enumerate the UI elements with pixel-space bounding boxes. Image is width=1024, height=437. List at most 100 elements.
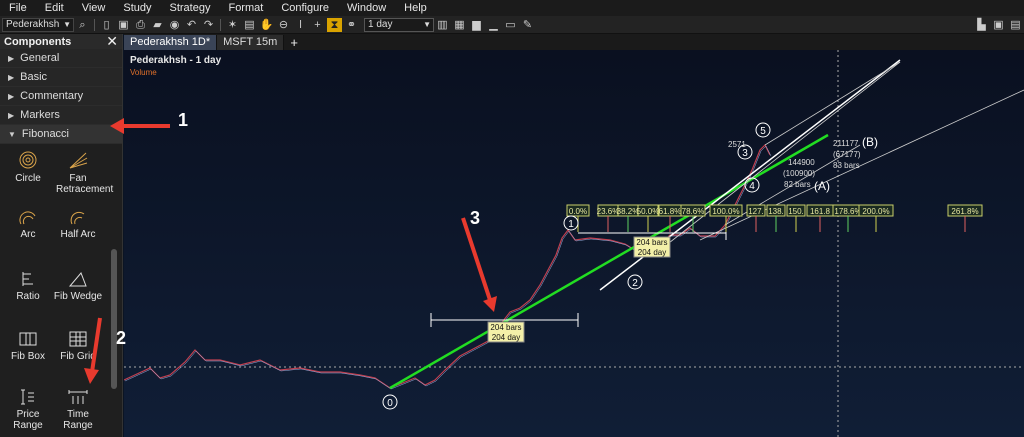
tool-label: Half Arc: [60, 229, 96, 240]
undo-icon[interactable]: ↶: [184, 18, 199, 32]
half-arc-icon: [70, 211, 85, 225]
menu-configure[interactable]: Configure: [272, 0, 338, 16]
open-folder-icon[interactable]: ▰: [150, 18, 165, 32]
data-window-icon[interactable]: ▤: [242, 18, 257, 32]
menu-help[interactable]: Help: [395, 0, 436, 16]
chart-drawing[interactable]: 204 bars204 day204 bars204 day0.0% 23.6%3…: [124, 50, 1024, 437]
wave-label: 0: [387, 398, 393, 409]
menu-study[interactable]: Study: [114, 0, 160, 16]
pan-hand-icon[interactable]: ✋: [259, 18, 274, 32]
wave-label: 3: [742, 148, 748, 159]
tool-ratio[interactable]: Ratio: [2, 270, 54, 302]
tool-label: Fib Box: [11, 351, 45, 362]
category-label: Commentary: [20, 90, 84, 102]
magic-wand-icon[interactable]: ✶: [225, 18, 240, 32]
line-color-icon[interactable]: ▁: [486, 18, 501, 32]
zoom-out-icon[interactable]: ⊖: [276, 18, 291, 32]
fib-level-label: 150.: [788, 207, 804, 216]
fib-level-label: 138.: [768, 207, 784, 216]
category-label: Basic: [20, 71, 48, 83]
tab-msft[interactable]: MSFT 15m: [217, 35, 285, 50]
menu-format[interactable]: Format: [219, 0, 272, 16]
chevron-down-icon: ▼: [423, 19, 431, 29]
symbol-select[interactable]: Pederakhsh ▼: [2, 17, 74, 32]
label-bars-a: 82 bars: [784, 180, 811, 189]
category-markers[interactable]: ▶ Markers: [0, 106, 122, 125]
menu-window[interactable]: Window: [338, 0, 395, 16]
tool-fan-retracement[interactable]: Fan Retracement: [52, 150, 113, 195]
color-bar-icon[interactable]: ▆: [469, 18, 484, 32]
tool-circle[interactable]: Circle: [2, 150, 54, 184]
link-icon[interactable]: ⚭: [344, 18, 359, 32]
fib-circle-icon: [19, 151, 37, 169]
fib-level-label: 50.0%: [637, 207, 660, 216]
menu-file[interactable]: File: [0, 0, 36, 16]
window-icon[interactable]: ▣: [991, 18, 1006, 32]
fib-level-label: 0.0%: [569, 207, 587, 216]
tool-time-range[interactable]: Time Range: [52, 388, 104, 431]
camera-icon[interactable]: ◉: [167, 18, 182, 32]
tool-price-range[interactable]: Price Range: [2, 388, 54, 431]
price-series-shadow: [124, 145, 772, 390]
label-price-f: (100900): [783, 169, 815, 178]
wave-label: 4: [749, 181, 755, 192]
tab-pederakhsh[interactable]: Pederakhsh 1D*: [124, 35, 218, 50]
fib-level-label: 127.: [748, 207, 764, 216]
panel-icon[interactable]: ▤: [1008, 18, 1023, 32]
toolbar-divider: [220, 18, 221, 31]
tool-half-arc[interactable]: Half Arc: [52, 210, 104, 240]
tool-fib-wedge[interactable]: Fib Wedge: [52, 270, 104, 302]
fill-color-icon[interactable]: ▭: [503, 18, 518, 32]
layout-icon[interactable]: ▙: [974, 18, 989, 32]
category-fibonacci[interactable]: ▼ Fibonacci: [0, 125, 122, 144]
chart-canvas[interactable]: Pederakhsh - 1 day Volume 204 bars 204 da…: [124, 50, 1024, 437]
category-general[interactable]: ▶ General: [0, 49, 122, 68]
new-document-icon[interactable]: ▯: [99, 18, 114, 32]
menu-strategy[interactable]: Strategy: [161, 0, 220, 16]
range-box-1-line2: 204 day: [492, 333, 520, 342]
channel-line-lower: [699, 89, 1024, 241]
category-label: General: [20, 52, 60, 64]
save-icon[interactable]: ▣: [116, 18, 131, 32]
add-tab-icon[interactable]: +: [284, 35, 304, 50]
crosshair-icon[interactable]: +: [310, 18, 325, 32]
print-icon[interactable]: ⎙: [133, 18, 148, 32]
tool-label: Ratio: [16, 291, 40, 302]
caret-right-icon: ▶: [8, 91, 15, 101]
label-bars-b: 83 bars: [833, 161, 860, 170]
sidebar-scrollbar[interactable]: [111, 249, 117, 389]
pen-icon[interactable]: ✎: [520, 18, 535, 32]
bar-style-icon[interactable]: ǀ: [293, 18, 308, 32]
fan-retracement-icon: [69, 152, 88, 169]
label-price-b: 211177: [833, 139, 859, 148]
caret-right-icon: ▶: [8, 53, 15, 63]
range-box-2-line1: 204 bars: [636, 238, 667, 247]
fib-level-label: 78.6%: [682, 207, 705, 216]
tool-fib-box[interactable]: Fib Box: [2, 330, 54, 362]
toolbar-divider: [94, 18, 95, 31]
caret-right-icon: ▶: [8, 72, 15, 82]
wave-label: 2: [632, 278, 638, 289]
menu-edit[interactable]: Edit: [36, 0, 73, 16]
label-price-c: (67177): [833, 150, 861, 159]
ratio-icon: [22, 272, 33, 286]
wave-label: (B): [862, 135, 878, 149]
chart-tabs: Pederakhsh 1D* MSFT 15m +: [124, 34, 1024, 50]
redo-icon[interactable]: ↷: [201, 18, 216, 32]
category-label: Markers: [20, 109, 60, 121]
scale-icon[interactable]: ▦: [452, 18, 467, 32]
interval-select[interactable]: 1 day ▼: [364, 17, 434, 32]
menu-view[interactable]: View: [73, 0, 115, 16]
hourglass-icon[interactable]: ⧗: [327, 17, 342, 32]
tool-fib-grid[interactable]: Fib Grid: [52, 330, 104, 362]
tool-arc[interactable]: Arc: [2, 210, 54, 240]
chart-type-icon[interactable]: ▥: [435, 18, 450, 32]
close-icon[interactable]: ✕: [106, 33, 118, 50]
category-basic[interactable]: ▶ Basic: [0, 68, 122, 87]
search-icon[interactable]: ⌕: [75, 18, 90, 32]
wave-label: (A): [814, 179, 830, 193]
channel-line-upper: [659, 61, 901, 251]
category-commentary[interactable]: ▶ Commentary: [0, 87, 122, 106]
fib-level-label: 261.8%: [951, 207, 978, 216]
chevron-down-icon: ▼: [63, 19, 71, 29]
